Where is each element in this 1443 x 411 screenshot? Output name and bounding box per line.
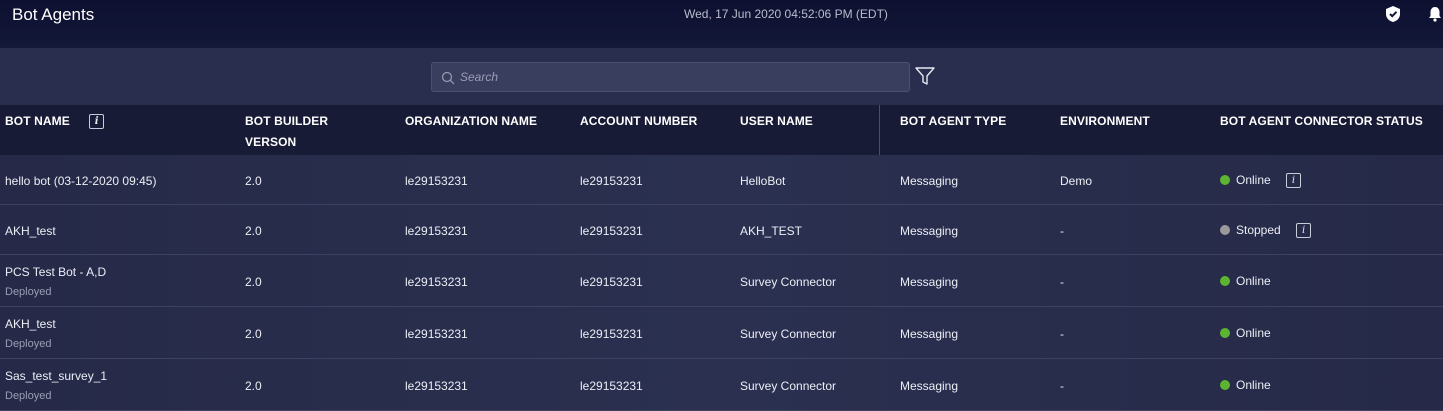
col-bot-name-label: BOT NAME [5, 114, 70, 128]
version-cell: 2.0 [245, 379, 262, 393]
env-cell: - [1060, 379, 1064, 393]
page-title: Bot Agents [12, 5, 95, 24]
user-cell: Survey Connector [740, 327, 837, 341]
col-user-name[interactable]: USER NAME [740, 111, 813, 132]
env-cell: - [1060, 327, 1064, 341]
type-cell: Messaging [900, 174, 959, 188]
col-bot-agent-type[interactable]: BOT AGENT TYPE [900, 111, 1006, 132]
org-cell: le29153231 [405, 379, 468, 393]
deploy-status: Deployed [5, 338, 52, 350]
table-body: hello bot (03-12-2020 09:45) 2.0 le29153… [0, 155, 1443, 411]
search-box[interactable] [431, 62, 910, 92]
bot-name-cell[interactable]: AKH_test [5, 317, 56, 331]
bot-name-cell[interactable]: Sas_test_survey_1 [5, 369, 107, 383]
shield-icon[interactable] [1384, 5, 1402, 23]
table-header: BOT NAME i BOT BUILDER VERSON ORGANIZATI… [0, 105, 1443, 155]
account-cell: le29153231 [580, 224, 643, 238]
status-dot [1220, 328, 1230, 338]
type-cell: Messaging [900, 379, 959, 393]
status-label: Online [1236, 326, 1271, 340]
bot-name-cell[interactable]: hello bot (03-12-2020 09:45) [5, 174, 156, 188]
version-cell: 2.0 [245, 224, 262, 238]
status-cell: Online i [1220, 173, 1302, 189]
status-label: Online [1236, 274, 1271, 288]
bot-name-cell[interactable]: AKH_test [5, 224, 56, 238]
col-builder-version[interactable]: BOT BUILDER VERSON [245, 111, 328, 153]
user-cell: Survey Connector [740, 379, 837, 393]
table-row[interactable]: Sas_test_survey_1 Deployed 2.0 le2915323… [0, 359, 1443, 411]
col-account-number[interactable]: ACCOUNT NUMBER [580, 111, 697, 132]
version-cell: 2.0 [245, 174, 262, 188]
col-organization-name[interactable]: ORGANIZATION NAME [405, 111, 537, 132]
bell-icon[interactable] [1426, 5, 1443, 23]
search-input[interactable] [460, 63, 900, 91]
table-row[interactable]: AKH_test Deployed 2.0 le29153231 le29153… [0, 307, 1443, 359]
search-icon [441, 71, 455, 85]
bot-name-cell[interactable]: PCS Test Bot - A,D [5, 265, 106, 279]
status-label: Stopped [1236, 223, 1281, 237]
status-dot [1220, 175, 1230, 185]
deploy-status: Deployed [5, 390, 52, 402]
env-cell: - [1060, 275, 1064, 289]
status-dot [1220, 276, 1230, 286]
col-environment[interactable]: ENVIRONMENT [1060, 111, 1150, 132]
account-cell: le29153231 [580, 275, 643, 289]
type-cell: Messaging [900, 275, 959, 289]
org-cell: le29153231 [405, 174, 468, 188]
col-bot-name[interactable]: BOT NAME i [5, 111, 105, 132]
status-cell: Stopped i [1220, 223, 1312, 239]
status-dot [1220, 380, 1230, 390]
env-cell: - [1060, 224, 1064, 238]
account-cell: le29153231 [580, 379, 643, 393]
search-toolbar [0, 48, 1443, 105]
filter-icon[interactable] [914, 65, 936, 87]
org-cell: le29153231 [405, 224, 468, 238]
account-cell: le29153231 [580, 174, 643, 188]
col-builder-version-line1: BOT BUILDER [245, 114, 329, 128]
account-cell: le29153231 [580, 327, 643, 341]
status-label: Online [1236, 173, 1271, 187]
version-cell: 2.0 [245, 327, 262, 341]
table-row[interactable]: PCS Test Bot - A,D Deployed 2.0 le291532… [0, 255, 1443, 307]
status-dot [1220, 225, 1230, 235]
org-cell: le29153231 [405, 275, 468, 289]
deploy-status: Deployed [5, 286, 52, 298]
user-cell: HelloBot [740, 174, 786, 188]
info-icon[interactable]: i [1286, 173, 1302, 189]
type-cell: Messaging [900, 224, 959, 238]
status-cell: Online [1220, 274, 1271, 288]
type-cell: Messaging [900, 327, 959, 341]
info-icon[interactable]: i [89, 114, 105, 130]
status-label: Online [1236, 378, 1271, 392]
table-row[interactable]: hello bot (03-12-2020 09:45) 2.0 le29153… [0, 155, 1443, 205]
status-cell: Online [1220, 378, 1271, 392]
user-cell: Survey Connector [740, 275, 837, 289]
info-icon[interactable]: i [1296, 223, 1312, 239]
status-cell: Online [1220, 326, 1271, 340]
top-bar: Bot Agents Wed, 17 Jun 2020 04:52:06 PM … [0, 0, 1443, 48]
user-cell: AKH_TEST [740, 224, 803, 238]
org-cell: le29153231 [405, 327, 468, 341]
col-builder-version-line2: VERSON [245, 135, 297, 149]
table-row[interactable]: AKH_test 2.0 le29153231 le29153231 AKH_T… [0, 205, 1443, 255]
version-cell: 2.0 [245, 275, 262, 289]
env-cell: Demo [1060, 174, 1093, 188]
col-connector-status[interactable]: BOT AGENT CONNECTOR STATUS [1220, 111, 1423, 132]
current-datetime: Wed, 17 Jun 2020 04:52:06 PM (EDT) [684, 7, 888, 21]
